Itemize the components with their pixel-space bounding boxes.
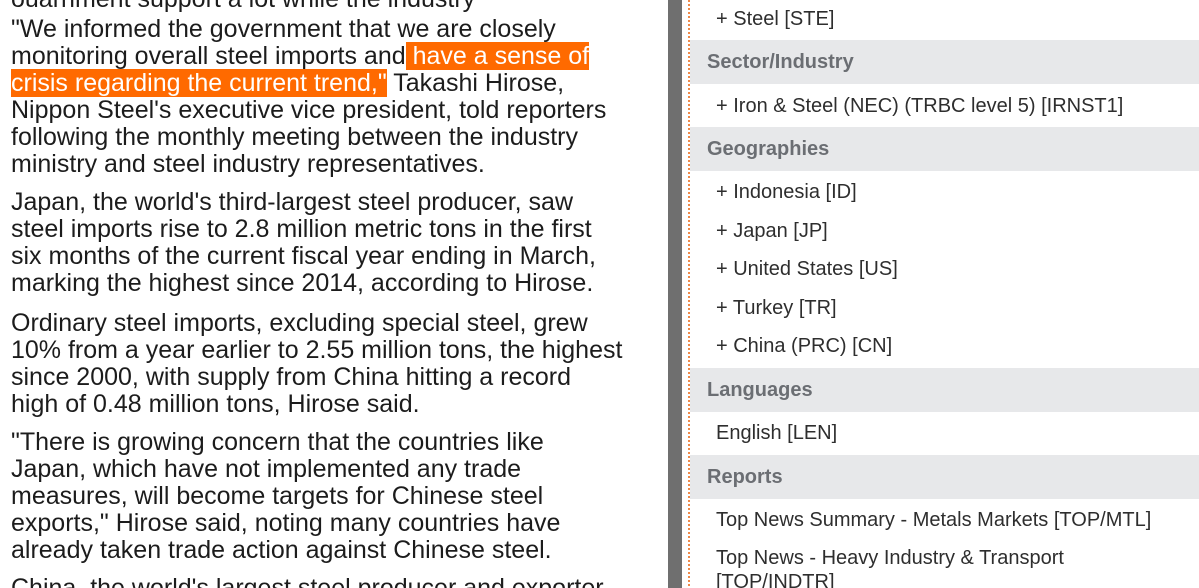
scrollbar-track[interactable] [668,0,682,588]
text-highlight: have a sense of [405,42,590,70]
article-paragraph-partial-bottom: China, the world's largest steel produce… [11,574,604,588]
geo-item-indonesia[interactable]: + Indonesia [ID] [716,180,857,204]
article-paragraph-4: "There is growing concern that the count… [11,428,561,564]
article-paragraph-2: Japan, the world's third-largest steel p… [11,188,596,297]
section-header-languages: Languages [690,368,1199,412]
geo-item-china[interactable]: + China (PRC) [CN] [716,334,892,358]
article-paragraph-3: Ordinary steel imports, excluding specia… [11,309,623,418]
text-highlight: crisis regarding the current trend," [11,69,387,97]
geo-item-turkey[interactable]: + Turkey [TR] [716,296,837,320]
metadata-panel: + Steel [STE] Sector/Industry + Iron & S… [690,0,1199,588]
article-body: ouarnment support a lot while the indust… [0,0,668,588]
sector-item-iron-steel[interactable]: + Iron & Steel (NEC) (TRBC level 5) [IRN… [716,94,1123,118]
section-header-reports: Reports [690,455,1199,499]
topic-item-steel[interactable]: + Steel [STE] [716,7,834,31]
article-paragraph-1: "We informed the government that we are … [11,15,607,178]
language-item-english[interactable]: English [LEN] [716,421,837,445]
geo-item-japan[interactable]: + Japan [JP] [716,219,828,243]
section-header-sector: Sector/Industry [690,40,1199,84]
section-header-geographies: Geographies [690,127,1199,171]
geo-item-united-states[interactable]: + United States [US] [716,257,898,281]
report-item-heavy-industry[interactable]: Top News - Heavy Industry & Transport [T… [716,546,1186,588]
article-paragraph-partial-top: ouarnment support a lot while the indust… [11,0,661,13]
report-item-metals-markets[interactable]: Top News Summary - Metals Markets [TOP/M… [716,508,1151,532]
